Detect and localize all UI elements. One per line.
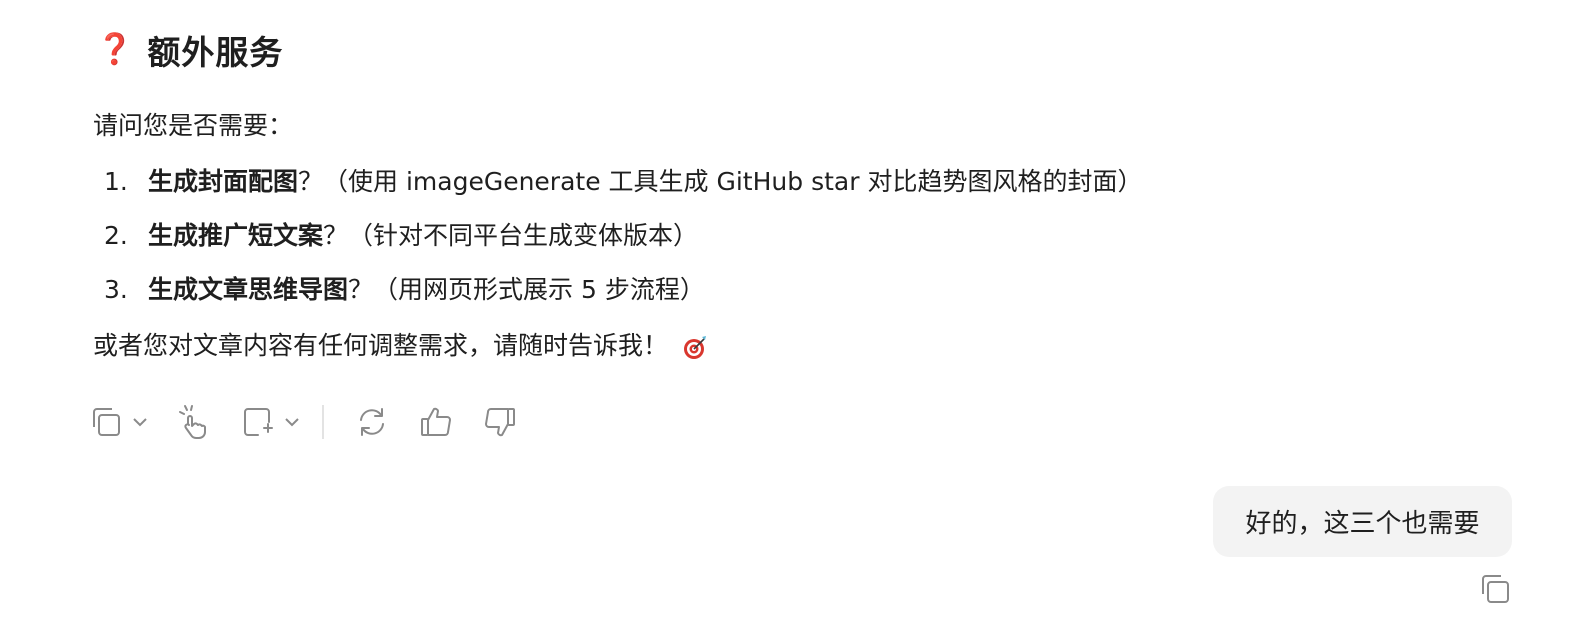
list-item-bold: 生成文章思维导图 bbox=[148, 275, 349, 304]
message-toolbar bbox=[90, 402, 516, 442]
refresh-icon bbox=[356, 406, 388, 438]
list-item-text: ？（用网页形式展示 5 步流程） bbox=[348, 275, 705, 304]
service-list: 1. 生成封面配图？（使用 imageGenerate 工具生成 GitHub s… bbox=[104, 164, 1142, 326]
section-heading: ❓ 额外服务 bbox=[96, 24, 283, 76]
add-note-button[interactable] bbox=[242, 402, 300, 442]
list-item-bold: 生成封面配图 bbox=[148, 167, 299, 196]
list-number: 1. bbox=[104, 167, 128, 196]
copy-icon bbox=[1479, 575, 1513, 610]
chevron-down-icon bbox=[284, 414, 300, 430]
regenerate-button[interactable] bbox=[356, 402, 388, 442]
user-message-text: 好的，这三个也需要 bbox=[1245, 509, 1480, 539]
click-action-button[interactable] bbox=[176, 402, 212, 442]
hand-pointer-icon bbox=[176, 404, 212, 440]
chevron-down-icon bbox=[132, 414, 148, 430]
list-item-text: ？（使用 imageGenerate 工具生成 GitHub star 对比趋势… bbox=[298, 167, 1143, 196]
thumbs-down-icon bbox=[484, 406, 516, 438]
chat-page: ❓ 额外服务 请问您是否需要： 1. 生成封面配图？（使用 imageGenera… bbox=[0, 0, 1572, 634]
thumbs-up-button[interactable] bbox=[420, 402, 452, 442]
copy-icon bbox=[90, 405, 124, 439]
copy-button[interactable] bbox=[90, 402, 148, 442]
list-number: 2. bbox=[104, 221, 128, 250]
thumbs-down-button[interactable] bbox=[484, 402, 516, 442]
section-title: 额外服务 bbox=[147, 33, 284, 72]
list-item: 1. 生成封面配图？（使用 imageGenerate 工具生成 GitHub s… bbox=[104, 164, 1142, 200]
list-item: 2. 生成推广短文案？（针对不同平台生成变体版本） bbox=[104, 218, 1142, 254]
outro-text: 或者您对文章内容有任何调整需求，请随时告诉我！ bbox=[93, 331, 669, 360]
thumbs-up-icon bbox=[420, 406, 452, 438]
list-number: 3. bbox=[104, 275, 128, 304]
toolbar-divider bbox=[322, 405, 324, 439]
list-item: 3. 生成文章思维导图？（用网页形式展示 5 步流程） bbox=[104, 272, 1142, 308]
question-mark-icon: ❓ bbox=[96, 32, 134, 67]
copy-user-message-button[interactable] bbox=[1479, 572, 1513, 606]
list-item-text: ？（针对不同平台生成变体版本） bbox=[323, 221, 699, 250]
outro-line: 或者您对文章内容有任何调整需求，请随时告诉我！ bbox=[93, 328, 708, 364]
target-dart-icon bbox=[682, 334, 708, 360]
user-message-bubble: 好的，这三个也需要 bbox=[1213, 486, 1512, 557]
add-note-icon bbox=[242, 406, 274, 438]
list-item-bold: 生成推广短文案 bbox=[148, 221, 324, 250]
intro-text: 请问您是否需要： bbox=[93, 111, 294, 140]
